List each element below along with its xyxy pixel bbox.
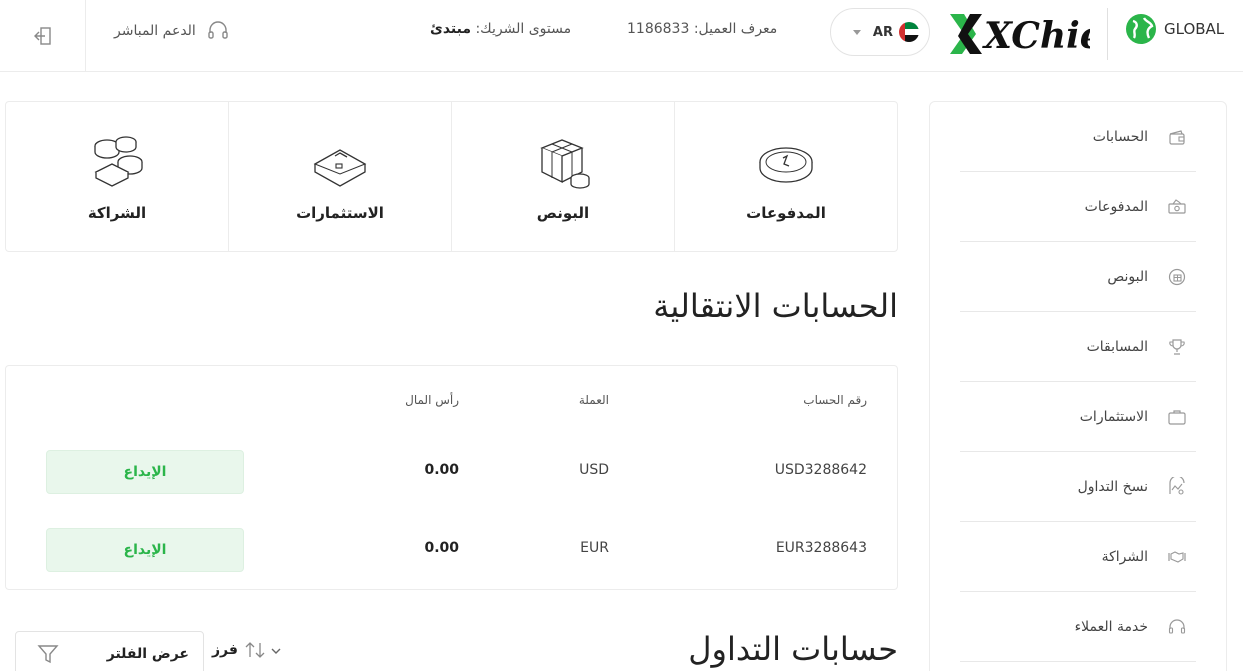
capital: 0.00 xyxy=(424,462,459,478)
region-selector[interactable]: GLOBAL xyxy=(1124,12,1224,46)
sort-label: فرز xyxy=(212,642,238,658)
coins-stack-icon xyxy=(94,136,143,187)
transfer-accounts-title: الحسابات الانتقالية xyxy=(653,287,898,325)
capital: 0.00 xyxy=(424,540,459,556)
sidebar-item-partnership[interactable]: الشراكة xyxy=(960,522,1196,592)
client-id-value: 1186833 xyxy=(627,21,690,37)
sidebar-item-contests[interactable]: المسابقات xyxy=(960,312,1196,382)
client-id-label: معرف العميل: xyxy=(693,21,778,37)
column-capital: رأس المال xyxy=(405,393,459,407)
sort-arrows-icon xyxy=(245,642,265,658)
sidebar-item-payments[interactable]: المدفوعات xyxy=(960,172,1196,242)
filter-label: عرض الفلتر xyxy=(106,645,189,662)
header-divider xyxy=(1107,8,1108,60)
sidebar-item-investments[interactable]: الاستثمارات xyxy=(960,382,1196,452)
live-support-link[interactable]: الدعم المباشر xyxy=(114,18,230,44)
sidebar-item-customer-service[interactable]: خدمة العملاء xyxy=(960,592,1196,662)
card-investments[interactable]: الاستثمارات xyxy=(229,102,452,251)
partner-level-label: مستوى الشريك: xyxy=(475,21,572,37)
logout-icon xyxy=(33,27,51,45)
sidebar-item-label: البونص xyxy=(1107,268,1148,285)
chevron-down-icon[interactable] xyxy=(270,645,282,657)
partner-level: مستوى الشريك: مبتدئ xyxy=(430,21,571,37)
card-partnership[interactable]: الشراكة xyxy=(6,102,229,251)
language-code: AR xyxy=(872,24,893,40)
support-label: الدعم المباشر xyxy=(114,23,196,39)
sidebar-menu: الحسابات المدفوعات البونص المسابقات الاس… xyxy=(929,101,1227,671)
sidebar-item-label: الحسابات xyxy=(1092,128,1148,145)
card-payments-label: المدفوعات xyxy=(746,204,826,222)
payments-icon xyxy=(1166,196,1188,218)
sidebar-item-copy-trading[interactable]: نسخ التداول xyxy=(960,452,1196,522)
deposit-button[interactable]: الإيداع xyxy=(46,450,244,494)
transfer-accounts-table: رقم الحساب العملة رأس المال USD3288642 U… xyxy=(5,365,898,590)
headset-icon xyxy=(1166,616,1188,638)
briefcase-icon xyxy=(313,149,367,187)
currency: USD xyxy=(579,462,609,478)
trophy-icon xyxy=(1166,336,1188,358)
sidebar-item-label: خدمة العملاء xyxy=(1074,618,1148,635)
account-number: EUR3288643 xyxy=(775,540,867,556)
brand-text: XChief xyxy=(982,15,1090,57)
card-bonus[interactable]: البونص xyxy=(452,102,675,251)
briefcase-icon xyxy=(1166,406,1188,428)
top-header: الدعم المباشر مستوى الشريك: مبتدئ معرف ا… xyxy=(0,0,1243,72)
currency: EUR xyxy=(580,540,609,556)
region-label: GLOBAL xyxy=(1164,20,1225,38)
trading-accounts-title: حسابات التداول xyxy=(688,630,898,668)
bonus-icon xyxy=(1166,266,1188,288)
sidebar-item-accounts[interactable]: الحسابات xyxy=(960,102,1196,172)
chevron-down-icon xyxy=(853,30,861,35)
coin-icon xyxy=(759,147,813,183)
sidebar-item-bonus[interactable]: البونص xyxy=(960,242,1196,312)
sidebar-item-label: المسابقات xyxy=(1086,338,1148,355)
card-partnership-label: الشراكة xyxy=(87,204,147,222)
card-bonus-label: البونص xyxy=(536,204,590,222)
sidebar-item-label: الشراكة xyxy=(1101,548,1148,565)
account-number: USD3288642 xyxy=(774,462,867,478)
column-account: رقم الحساب xyxy=(803,393,867,407)
uae-flag-icon xyxy=(899,22,919,42)
headset-icon xyxy=(208,21,228,39)
logout-button[interactable] xyxy=(0,0,86,72)
language-select[interactable]: AR xyxy=(830,8,930,56)
client-id: معرف العميل: 1186833 xyxy=(627,21,777,37)
deposit-button[interactable]: الإيداع xyxy=(46,528,244,572)
handshake-icon xyxy=(1166,546,1188,568)
column-currency: العملة xyxy=(578,393,609,407)
gift-box-icon xyxy=(540,139,590,189)
globe-icon xyxy=(1126,14,1156,44)
show-filter-button[interactable]: عرض الفلتر xyxy=(15,631,204,671)
copy-trading-icon xyxy=(1166,476,1188,498)
wallet-icon xyxy=(1166,126,1188,148)
partner-level-value: مبتدئ xyxy=(430,21,472,37)
sidebar-item-label: المدفوعات xyxy=(1084,198,1148,215)
filter-icon xyxy=(37,644,59,663)
card-investments-label: الاستثمارات xyxy=(296,204,384,222)
sort-button[interactable]: فرز xyxy=(212,640,266,660)
quick-links-cards: الشراكة الاستثمارات البونص المدفوعات xyxy=(5,101,898,252)
sidebar-item-label: الاستثمارات xyxy=(1079,408,1148,425)
card-payments[interactable]: المدفوعات xyxy=(675,102,897,251)
brand-logo[interactable]: XChief xyxy=(948,8,1090,58)
sidebar-item-label: نسخ التداول xyxy=(1077,478,1148,495)
